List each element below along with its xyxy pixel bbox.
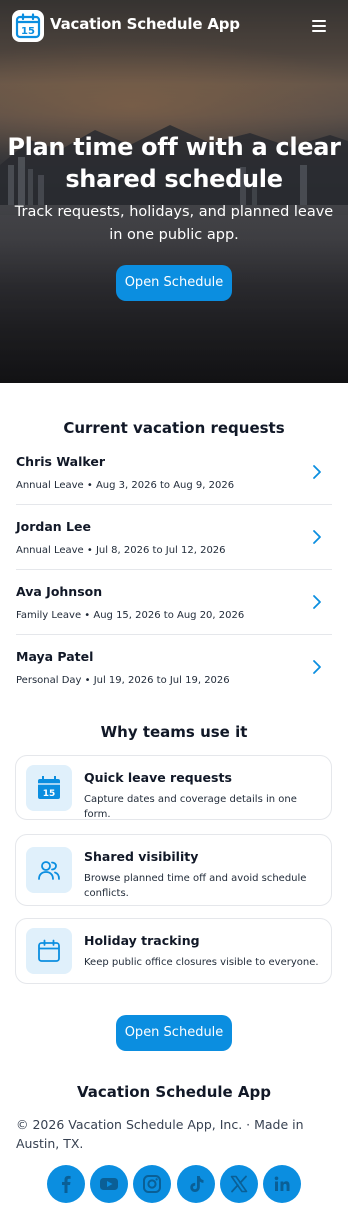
request-detail: Annual Leave • Jul 8, 2026 to Jul 12, 20… — [16, 545, 226, 556]
feature-title: Holiday tracking — [84, 933, 200, 948]
feature-icon-box: 15 — [26, 765, 72, 811]
request-name: Maya Patel — [16, 649, 94, 664]
request-detail: Personal Day • Jul 19, 2026 to Jul 19, 2… — [16, 675, 230, 686]
feature-card: 15 Quick leave requests Capture dates an… — [15, 755, 332, 820]
features-heading: Why teams use it — [100, 723, 248, 741]
linkedin-icon[interactable] — [263, 1165, 301, 1203]
request-row[interactable]: Ava Johnson Family Leave • Aug 15, 2026 … — [0, 570, 348, 635]
chevron-right-icon — [313, 465, 321, 479]
footer-copyright: © 2026 Vacation Schedule App, Inc. · Mad… — [16, 1117, 304, 1151]
request-name: Jordan Lee — [16, 519, 91, 534]
menu-line — [312, 25, 326, 27]
feature-icon-box — [26, 928, 72, 974]
calendar-15-icon: 15 — [38, 776, 60, 799]
hero-section: 15 Vacation Schedule App Plan time off w… — [0, 0, 348, 383]
request-name: Chris Walker — [16, 454, 105, 469]
top-navigation-bar: 15 Vacation Schedule App — [0, 0, 348, 52]
calendar-day-number: 15 — [43, 789, 56, 799]
request-detail: Family Leave • Aug 15, 2026 to Aug 20, 2… — [16, 610, 245, 621]
requests-heading: Current vacation requests — [63, 419, 285, 437]
app-logo-calendar-icon[interactable]: 15 — [12, 10, 44, 42]
hamburger-menu-button[interactable] — [306, 13, 332, 39]
feature-text: Keep public office closures visible to e… — [84, 957, 319, 968]
users-icon — [38, 861, 60, 880]
chevron-right-icon — [313, 530, 321, 544]
calendar-icon — [38, 939, 60, 962]
feature-title: Quick leave requests — [84, 770, 232, 785]
chevron-right-icon — [313, 660, 321, 674]
app-title[interactable]: Vacation Schedule App — [50, 15, 240, 33]
facebook-icon[interactable] — [47, 1165, 85, 1203]
feature-text: Browse planned time off and avoid schedu… — [84, 873, 307, 899]
hero-title: Plan time off with a clear shared schedu… — [7, 133, 341, 193]
logo-day-number: 15 — [21, 26, 35, 37]
footer-app-title: Vacation Schedule App — [76, 1083, 272, 1101]
feature-card: Holiday tracking Keep public office clos… — [15, 918, 332, 984]
chevron-right-icon — [313, 595, 321, 609]
x-icon[interactable] — [220, 1165, 258, 1203]
request-row[interactable]: Jordan Lee Annual Leave • Jul 8, 2026 to… — [0, 505, 348, 570]
instagram-icon[interactable] — [133, 1165, 171, 1203]
request-name: Ava Johnson — [16, 584, 103, 599]
feature-text: Capture dates and coverage details in on… — [84, 794, 297, 820]
tiktok-icon[interactable] — [177, 1165, 215, 1203]
menu-line — [312, 20, 326, 22]
request-row[interactable]: Maya Patel Personal Day • Jul 19, 2026 t… — [0, 635, 348, 700]
feature-icon-box — [26, 847, 72, 893]
feature-title: Shared visibility — [84, 849, 199, 864]
request-row[interactable]: Chris Walker Annual Leave • Aug 3, 2026 … — [0, 440, 348, 505]
hero-subtitle: Track requests, holidays, and planned le… — [14, 204, 334, 243]
menu-line — [312, 30, 326, 32]
hero-open-schedule-button[interactable]: Open Schedule — [116, 265, 232, 301]
youtube-icon[interactable] — [90, 1165, 128, 1203]
bottom-open-schedule-button[interactable]: Open Schedule — [116, 1015, 232, 1051]
request-detail: Annual Leave • Aug 3, 2026 to Aug 9, 202… — [16, 480, 235, 491]
feature-card: Shared visibility Browse planned time of… — [15, 834, 332, 906]
